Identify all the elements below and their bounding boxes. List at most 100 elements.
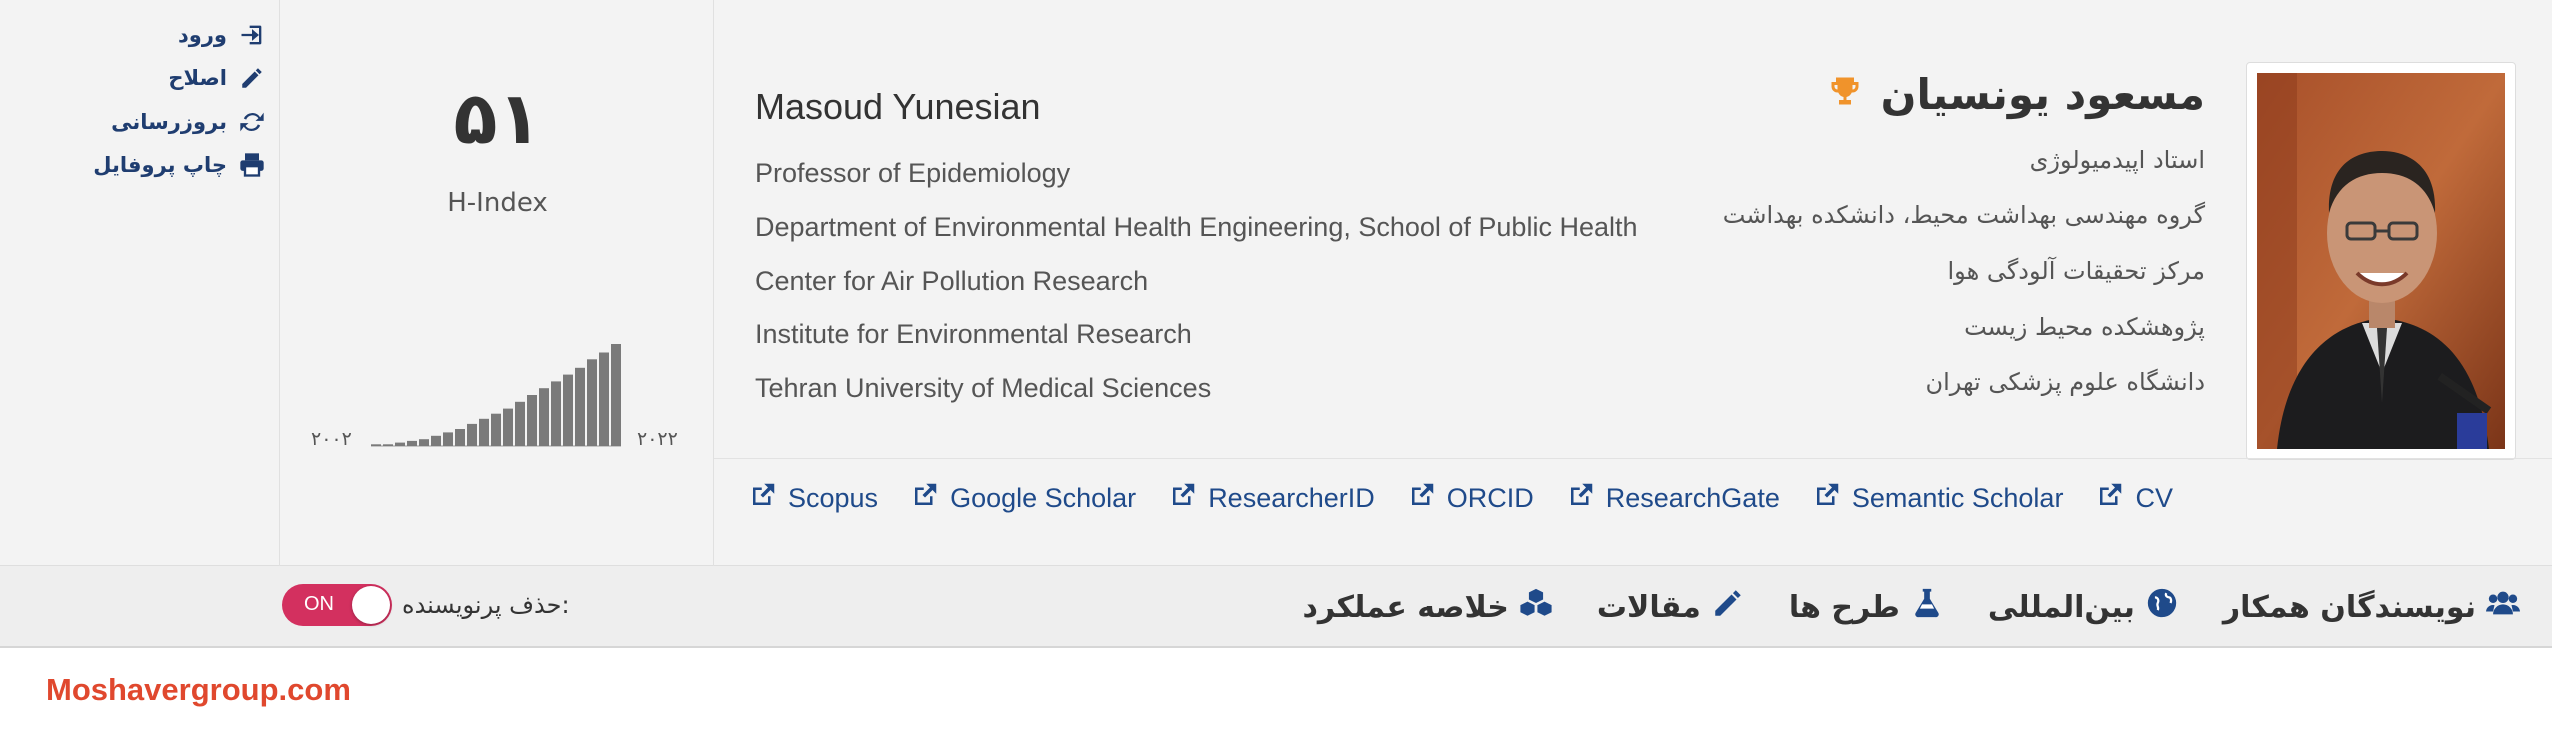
department-english: Department of Environmental Health Engin… (755, 212, 1638, 242)
university-english: Tehran University of Medical Sciences (755, 373, 1212, 403)
chart-bar-2010 (467, 423, 477, 446)
refresh-link[interactable]: بروزرسانی (111, 107, 267, 137)
chart-bar-2008 (443, 432, 453, 446)
refresh-label: بروزرسانی (111, 110, 227, 134)
external-link-icon (748, 480, 778, 517)
h-index-label: H-Index (447, 188, 548, 218)
print-label: چاپ پروفایل (93, 153, 227, 177)
chart-bar-2019 (575, 367, 585, 446)
cv-label: CV (2135, 483, 2173, 513)
title-farsi: استاد اپیدمیولوژی (2029, 146, 2205, 174)
profile-english: Masoud Yunesian Professor of Epidemiolog… (755, 0, 1715, 460)
researchgate-label: ResearchGate (1605, 483, 1780, 513)
sign-in-icon (237, 20, 267, 50)
institute-farsi: پژوهشکده محیط زیست (1964, 313, 2205, 341)
tab-list: خلاصه عملکرد مقالات طرح ها بین‌المللی نو… (1303, 566, 2520, 648)
watermark: Moshavergroup.com (46, 672, 351, 707)
remove-prolific-author-toggle[interactable]: ON (282, 584, 392, 626)
login-link[interactable]: ورود (178, 20, 267, 50)
citation-bar-chart (371, 344, 621, 447)
flask-icon (1910, 586, 1944, 628)
toggle-knob (352, 586, 390, 624)
pencil-icon (237, 63, 267, 93)
semantic-scholar-link[interactable]: Semantic Scholar (1812, 480, 2064, 517)
external-link-icon (1168, 480, 1198, 517)
google-scholar-label: Google Scholar (950, 483, 1137, 513)
cubes-icon (1519, 586, 1553, 628)
chart-bar-2007 (431, 435, 441, 446)
h-index-panel: ۵۱ H-Index ۲۰۰۲ ۲۰۲۲ (281, 0, 714, 566)
scopus-label: Scopus (788, 483, 879, 513)
tab-articles[interactable]: مقالات (1597, 586, 1745, 628)
profile-header: ورود اصلاح بروزرسانی چاپ پروفایل ۵۱ H-In… (0, 0, 2552, 566)
profile-photo (2257, 73, 2505, 449)
chart-bar-2009 (455, 429, 465, 446)
chart-bar-2012 (491, 413, 501, 446)
chart-bar-2003 (383, 444, 393, 446)
globe-icon (2145, 586, 2179, 628)
tab-articles-label: مقالات (1596, 589, 1701, 625)
pencil-icon (1711, 586, 1745, 628)
users-icon (2486, 586, 2520, 628)
chart-bar-2021 (599, 352, 609, 446)
name-farsi-row: مسعود یونسیان (1827, 70, 2205, 119)
login-label: ورود (178, 23, 227, 47)
google-scholar-link[interactable]: Google Scholar (910, 480, 1136, 517)
tab-performance-summary-label: خلاصه عملکرد (1302, 589, 1509, 625)
refresh-icon (237, 107, 267, 137)
chart-bar-2004 (395, 442, 405, 446)
chart-bar-2002 (371, 444, 381, 446)
tab-projects[interactable]: طرح ها (1789, 586, 1944, 628)
trophy-icon (1827, 70, 1863, 119)
h-index-value: ۵۱ (453, 76, 542, 160)
cv-link[interactable]: CV (2095, 480, 2173, 517)
chart-bar-2018 (563, 374, 573, 446)
chart-bar-2013 (503, 408, 513, 446)
university-farsi: دانشگاه علوم پزشکی تهران (1925, 368, 2205, 396)
tab-international[interactable]: بین‌المللی (1988, 586, 2179, 628)
title-english: Professor of Epidemiology (755, 158, 1071, 188)
chart-bar-2011 (479, 418, 489, 446)
name-farsi: مسعود یونسیان (1880, 70, 2205, 119)
chart-bar-2005 (407, 440, 417, 446)
tab-coauthors-label: نویسندگان همکار (2222, 589, 2476, 625)
year-start-label: ۲۰۰۲ (311, 428, 352, 450)
chart-bar-2016 (539, 388, 549, 446)
tab-international-label: بین‌المللی (1987, 589, 2135, 625)
semantic-scholar-label: Semantic Scholar (1851, 483, 2064, 513)
orcid-label: ORCID (1446, 483, 1534, 513)
profile-photo-frame (2246, 62, 2516, 460)
external-links: Scopus Google Scholar ResearcherID ORCID… (748, 480, 2173, 517)
researcherid-label: ResearcherID (1208, 483, 1375, 513)
external-link-icon (910, 480, 940, 517)
tab-projects-label: طرح ها (1788, 589, 1900, 625)
external-link-icon (2095, 480, 2125, 517)
chart-bar-2014 (515, 401, 525, 446)
external-link-icon (1407, 480, 1437, 517)
edit-link[interactable]: اصلاح (168, 63, 267, 93)
department-farsi: گروه مهندسی بهداشت محیط، دانشکده بهداشت (1722, 201, 2205, 229)
name-english: Masoud Yunesian (755, 86, 1041, 127)
chart-bar-2017 (551, 381, 561, 446)
print-icon (237, 150, 267, 180)
scopus-link[interactable]: Scopus (748, 480, 878, 517)
profile-farsi: مسعود یونسیان استاد اپیدمیولوژی گروه مهن… (1690, 0, 2205, 460)
chart-bar-2006 (419, 439, 429, 446)
action-column: ورود اصلاح بروزرسانی چاپ پروفایل (0, 0, 280, 566)
tab-coauthors[interactable]: نویسندگان همکار (2223, 586, 2520, 628)
tab-performance-summary[interactable]: خلاصه عملکرد (1303, 586, 1553, 628)
chart-bar-2022 (611, 344, 621, 446)
center-english: Center for Air Pollution Research (755, 266, 1149, 296)
external-link-icon (1566, 480, 1596, 517)
researcherid-link[interactable]: ResearcherID (1168, 480, 1375, 517)
institute-english: Institute for Environmental Research (755, 319, 1192, 349)
toggle-label: حذف پرنویسنده: (402, 591, 570, 619)
researchgate-link[interactable]: ResearchGate (1566, 480, 1780, 517)
orcid-link[interactable]: ORCID (1407, 480, 1534, 517)
links-divider (714, 458, 2552, 459)
external-link-icon (1812, 480, 1842, 517)
print-profile-link[interactable]: چاپ پروفایل (93, 150, 267, 180)
chart-bar-2020 (587, 359, 597, 446)
prolific-author-filter: ON حذف پرنویسنده: (282, 584, 570, 626)
edit-label: اصلاح (168, 66, 227, 90)
